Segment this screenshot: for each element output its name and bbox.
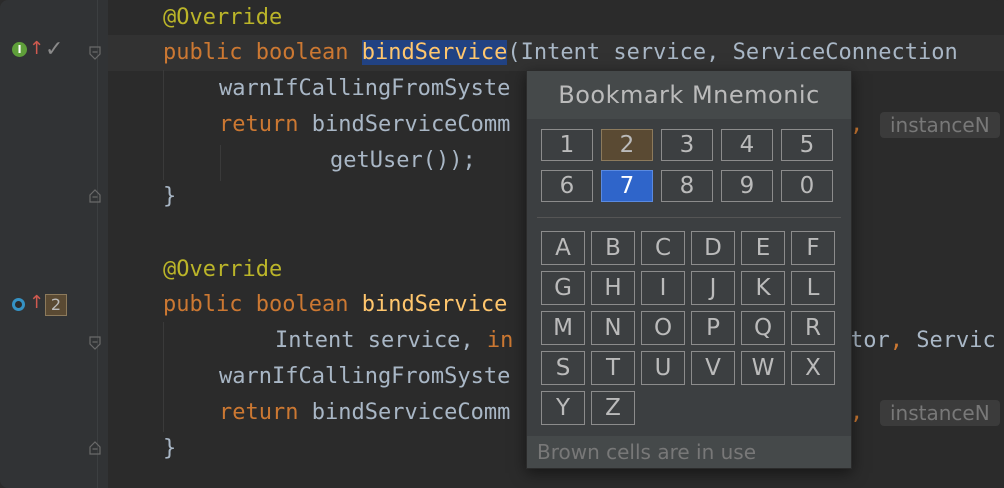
mnemonic-cell-q[interactable]: Q <box>741 311 785 345</box>
code-text: Servic <box>903 328 996 353</box>
mnemonic-cell-m[interactable]: M <box>541 311 585 345</box>
mnemonic-cell-w[interactable]: W <box>741 351 785 385</box>
indent-guide <box>163 70 164 180</box>
code-line-8[interactable]: public boolean bindService <box>163 287 507 323</box>
mnemonic-cell-n[interactable]: N <box>591 311 635 345</box>
code-line-11[interactable]: return bindServiceComm <box>219 395 510 431</box>
mnemonic-cell-v[interactable]: V <box>691 351 735 385</box>
mnemonic-cell-9[interactable]: 9 <box>721 170 773 202</box>
code-text: bindServiceComm <box>311 400 511 425</box>
mnemonic-cell-8[interactable]: 8 <box>661 170 713 202</box>
code-text: getUser()); <box>330 148 476 173</box>
popup-footer: Brown cells are in use <box>527 436 851 468</box>
mnemonic-cell-r[interactable]: R <box>791 311 835 345</box>
mnemonic-cell-j[interactable]: J <box>691 271 735 305</box>
method-name-selected[interactable]: bindService <box>361 40 508 65</box>
mnemonic-cell-g[interactable]: G <box>541 271 585 305</box>
checkmark-icon[interactable]: ✓ <box>45 38 63 62</box>
gutter-separator <box>97 0 98 488</box>
code-line-4[interactable]: return bindServiceComm <box>219 107 510 143</box>
mnemonic-cell-e[interactable]: E <box>741 231 785 265</box>
code-text: warnIfCallingFromSyste <box>219 76 511 101</box>
code-text: warnIfCallingFromSyste <box>219 364 511 389</box>
mnemonic-cell-c[interactable]: C <box>641 231 685 265</box>
mnemonic-cell-k[interactable]: K <box>741 271 785 305</box>
code-text: Intent service, <box>275 328 487 353</box>
fold-start-icon[interactable] <box>88 46 102 60</box>
mnemonic-cell-b[interactable]: B <box>591 231 635 265</box>
mnemonic-cell-2[interactable]: 2 <box>601 129 653 161</box>
code-editor[interactable]: I ↑ ✓ ↑ 2 @Override public boolean bindS… <box>0 0 1004 488</box>
arrow-up-icon[interactable]: ↑ <box>29 294 44 312</box>
editor-gutter[interactable] <box>0 0 108 488</box>
mnemonic-cell-l[interactable]: L <box>791 271 835 305</box>
indent-guide <box>220 145 221 181</box>
mnemonic-cell-3[interactable]: 3 <box>661 129 713 161</box>
keyword-boolean: boolean <box>255 40 349 65</box>
code-line-10[interactable]: warnIfCallingFromSyste <box>219 359 510 395</box>
mnemonic-cell-1[interactable]: 1 <box>541 129 593 161</box>
mnemonic-cell-s[interactable]: S <box>541 351 585 385</box>
parameter-hint: instanceN <box>880 400 1000 426</box>
arrow-up-icon[interactable]: ↑ <box>29 40 44 58</box>
mnemonic-cell-p[interactable]: P <box>691 311 735 345</box>
comma: , <box>889 328 903 353</box>
mnemonic-cell-6[interactable]: 6 <box>541 170 593 202</box>
mnemonic-cell-u[interactable]: U <box>641 351 685 385</box>
overridden-icon[interactable] <box>12 298 25 311</box>
parameter-hint: instanceN <box>880 112 1000 138</box>
keyword-return: return <box>219 112 299 137</box>
mnemonic-cell-f[interactable]: F <box>791 231 835 265</box>
mnemonic-cell-o[interactable]: O <box>641 311 685 345</box>
annotation: @Override <box>163 257 283 282</box>
mnemonic-cell-x[interactable]: X <box>791 351 835 385</box>
code-line-5[interactable]: getUser()); <box>330 143 476 179</box>
mnemonic-cell-i[interactable]: I <box>641 271 685 305</box>
code-line-6[interactable]: } <box>163 179 176 215</box>
fold-start-icon[interactable] <box>88 336 102 350</box>
mnemonic-cell-y[interactable]: Y <box>541 391 585 425</box>
mnemonic-cell-z[interactable]: Z <box>591 391 635 425</box>
code-line-2[interactable]: public boolean bindService(Intent servic… <box>163 35 958 71</box>
keyword-int: in <box>486 328 514 353</box>
method-params: (Intent service, ServiceConnection <box>507 40 958 65</box>
keyword-public: public <box>163 40 243 65</box>
bookmark-mnemonic-popup[interactable]: Bookmark Mnemonic Brown cells are in use… <box>526 70 852 469</box>
mnemonic-cell-5[interactable]: 5 <box>781 129 833 161</box>
mnemonic-cell-t[interactable]: T <box>591 351 635 385</box>
mnemonic-cell-4[interactable]: 4 <box>721 129 773 161</box>
mnemonic-cell-a[interactable]: A <box>541 231 585 265</box>
fold-end-icon[interactable] <box>88 189 102 203</box>
closing-brace: } <box>163 436 177 461</box>
closing-brace: } <box>163 184 177 209</box>
mnemonic-cell-d[interactable]: D <box>691 231 735 265</box>
mnemonic-cell-h[interactable]: H <box>591 271 635 305</box>
keyword-boolean: boolean <box>255 292 349 317</box>
popup-title: Bookmark Mnemonic <box>527 71 851 119</box>
popup-divider <box>537 217 841 218</box>
implements-icon[interactable]: I <box>12 42 27 57</box>
keyword-public: public <box>163 292 243 317</box>
method-name[interactable]: bindService <box>362 292 508 317</box>
code-line-7[interactable]: @Override <box>163 252 282 288</box>
code-line-1[interactable]: @Override <box>163 0 282 36</box>
code-line-3[interactable]: warnIfCallingFromSyste <box>219 71 510 107</box>
code-line-12[interactable]: } <box>163 431 176 467</box>
fold-end-icon[interactable] <box>88 441 102 455</box>
annotation: @Override <box>163 5 283 30</box>
code-line-9-tail[interactable]: tor, Servic <box>850 323 996 359</box>
code-line-9[interactable]: Intent service, in <box>275 323 513 359</box>
mnemonic-cell-7[interactable]: 7 <box>601 170 653 202</box>
bookmark-badge[interactable]: 2 <box>45 294 67 316</box>
code-text: tor <box>850 328 890 353</box>
keyword-return: return <box>219 400 299 425</box>
code-text: bindServiceComm <box>311 112 511 137</box>
indent-guide <box>163 322 164 432</box>
mnemonic-cell-0[interactable]: 0 <box>781 170 833 202</box>
